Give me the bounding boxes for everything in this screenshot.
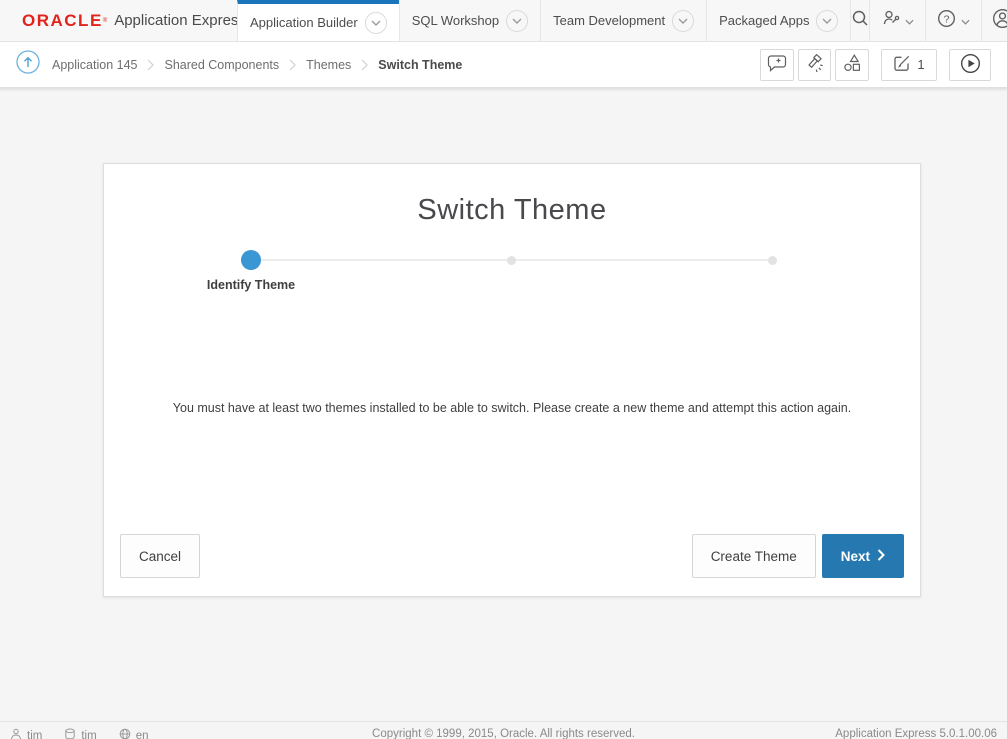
shared-components-button[interactable] <box>835 49 869 81</box>
spotlight-icon <box>805 54 824 76</box>
help-icon: ? <box>937 9 956 33</box>
edit-page-button[interactable]: 1 <box>881 49 937 81</box>
next-button-label: Next <box>841 549 870 564</box>
chevron-down-icon[interactable] <box>672 10 694 32</box>
oracle-brand-text: ORACLE <box>22 11 103 31</box>
breadcrumb-separator-icon <box>289 59 296 71</box>
wizard-progress: Identify Theme You must have at least tw… <box>104 250 920 314</box>
registered-mark: ® <box>103 16 107 26</box>
go-up-button[interactable] <box>16 50 40 79</box>
breadcrumb-shared-components[interactable]: Shared Components <box>164 58 279 72</box>
chevron-down-icon[interactable] <box>365 12 387 34</box>
wizard-step-label: Identify Theme <box>151 278 351 292</box>
page-title: Switch Theme <box>104 194 920 227</box>
tab-label: Packaged Apps <box>719 13 809 28</box>
feedback-button[interactable] <box>760 49 794 81</box>
cancel-button[interactable]: Cancel <box>120 534 200 578</box>
footer-language: en <box>119 728 149 739</box>
chevron-down-icon[interactable] <box>816 10 838 32</box>
tab-label: Application Builder <box>250 15 358 30</box>
tab-team-development[interactable]: Team Development <box>540 0 706 41</box>
account-menu-button[interactable] <box>981 0 1007 41</box>
search-icon <box>851 9 869 32</box>
footer-schema: tim <box>64 728 96 739</box>
footer-user: tim <box>10 728 42 739</box>
footer-user-name: tim <box>27 730 42 739</box>
breadcrumb-themes[interactable]: Themes <box>306 58 351 72</box>
spotlight-utilities-button[interactable] <box>798 49 831 81</box>
tab-packaged-apps[interactable]: Packaged Apps <box>706 0 850 41</box>
switch-theme-wizard-card: Switch Theme Identify Theme You must hav… <box>103 163 921 597</box>
breadcrumb-bar: Application 145 Shared Components Themes… <box>0 42 1007 88</box>
database-icon <box>64 728 76 739</box>
chevron-down-icon <box>961 12 970 30</box>
run-icon <box>960 53 981 77</box>
top-navigation-bar: ORACLE® Application Express Application … <box>0 0 1007 42</box>
footer-content: tim tim en Copyright © 1999, 2015, Oracl… <box>0 728 1007 739</box>
wizard-button-bar: Cancel Create Theme Next <box>120 534 904 578</box>
globe-icon <box>119 728 131 739</box>
user-icon <box>10 728 22 739</box>
wizard-step-pending-dot <box>507 256 516 265</box>
create-theme-button[interactable]: Create Theme <box>692 534 816 578</box>
edit-page-number: 1 <box>917 57 924 72</box>
svg-text:?: ? <box>944 13 950 25</box>
feedback-icon <box>767 54 787 75</box>
footer-version: Application Express 5.0.1.00.06 <box>835 728 997 739</box>
wizard-step-current-dot <box>241 250 261 270</box>
footer-language-code: en <box>136 730 149 739</box>
administration-menu-button[interactable] <box>869 0 925 41</box>
page-action-buttons: 1 <box>760 49 991 81</box>
account-icon <box>992 8 1007 34</box>
wizard-message: You must have at least two themes instal… <box>104 401 920 415</box>
admin-icon <box>882 9 900 32</box>
up-arrow-icon <box>16 50 40 79</box>
tab-application-builder[interactable]: Application Builder <box>237 0 399 41</box>
product-name: Application Express <box>114 12 246 29</box>
chevron-right-icon <box>877 549 885 564</box>
run-application-button[interactable] <box>949 49 991 81</box>
edit-page-icon <box>893 54 911 75</box>
wizard-step-pending-dot <box>768 256 777 265</box>
page-footer: tim tim en Copyright © 1999, 2015, Oracl… <box>0 721 1007 739</box>
breadcrumb-separator-icon <box>147 59 154 71</box>
oracle-logo: ORACLE® Application Express <box>0 0 237 41</box>
tab-label: Team Development <box>553 13 665 28</box>
help-menu-button[interactable]: ? <box>925 0 981 41</box>
tab-label: SQL Workshop <box>412 13 499 28</box>
breadcrumb-switch-theme: Switch Theme <box>378 58 462 72</box>
footer-copyright: Copyright © 1999, 2015, Oracle. All righ… <box>372 728 635 739</box>
shared-components-icon <box>842 53 862 76</box>
chevron-down-icon <box>905 12 914 30</box>
page-body: Switch Theme Identify Theme You must hav… <box>0 88 1007 739</box>
next-button[interactable]: Next <box>822 534 904 578</box>
footer-schema-name: tim <box>81 730 96 739</box>
chevron-down-icon[interactable] <box>506 10 528 32</box>
search-button[interactable] <box>850 0 869 41</box>
tab-sql-workshop[interactable]: SQL Workshop <box>399 0 540 41</box>
breadcrumb-separator-icon <box>361 59 368 71</box>
breadcrumb-application-145[interactable]: Application 145 <box>52 58 137 72</box>
